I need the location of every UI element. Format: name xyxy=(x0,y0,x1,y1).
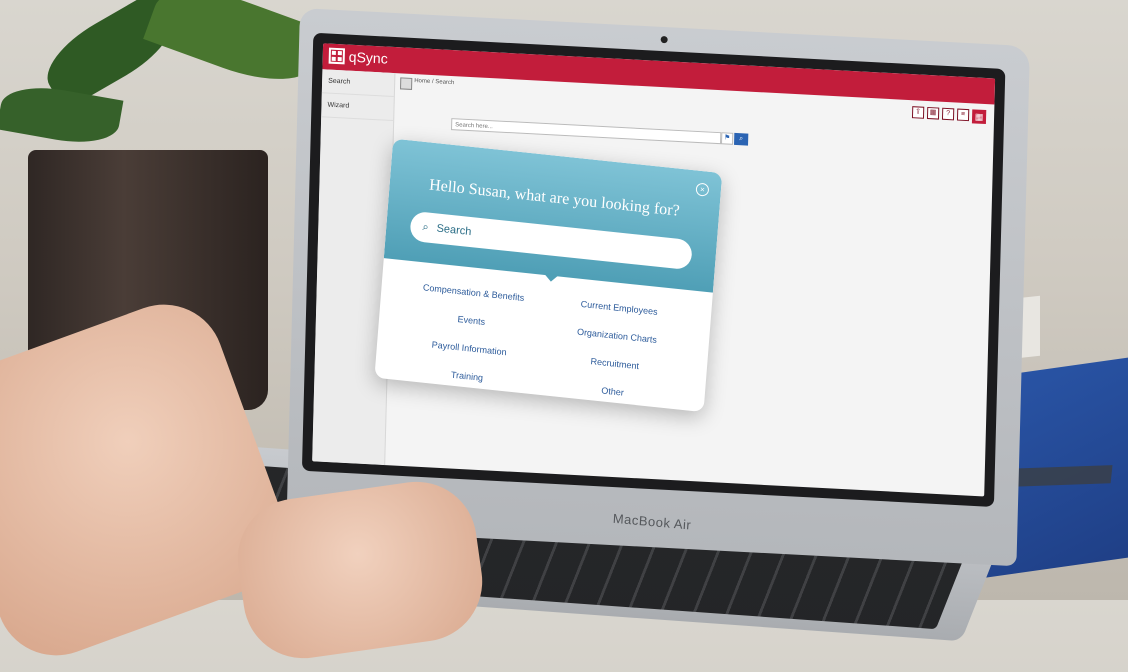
modal-search-input[interactable]: ⌕ Search xyxy=(409,210,693,271)
apps-grid-icon[interactable]: ▦ xyxy=(971,109,987,125)
screen: qSync Search Wizard Home / Search ⇪ ▦ ? … xyxy=(312,43,996,497)
app-logo[interactable]: qSync xyxy=(328,47,388,67)
search-button[interactable]: ⌕ xyxy=(734,132,749,146)
share-icon[interactable]: ⇪ xyxy=(911,106,925,119)
laptop-lid: qSync Search Wizard Home / Search ⇪ ▦ ? … xyxy=(286,8,1031,567)
modal-pointer xyxy=(542,272,560,283)
bookmark-icon[interactable]: ⚑ xyxy=(721,132,734,145)
home-icon[interactable] xyxy=(400,77,413,90)
category-link[interactable]: Compensation & Benefits xyxy=(405,281,541,305)
sidebar-item-wizard[interactable]: Wizard xyxy=(321,93,394,122)
category-link[interactable]: Other xyxy=(544,379,680,403)
plant-leaf xyxy=(0,79,124,151)
category-list: Compensation & Benefits Current Employee… xyxy=(399,281,688,404)
qsync-logo-icon xyxy=(328,47,346,65)
search-input[interactable]: Search here... xyxy=(451,118,722,145)
modal-header: Hello Susan, what are you looking for? ×… xyxy=(383,138,723,293)
camera-icon xyxy=(660,35,668,44)
category-link[interactable]: Organization Charts xyxy=(549,324,685,348)
modal-search-placeholder: Search xyxy=(436,222,472,239)
category-link[interactable]: Payroll Information xyxy=(401,336,537,360)
app-name: qSync xyxy=(348,48,388,67)
breadcrumb[interactable]: Home / Search xyxy=(414,78,454,86)
search-icon: ⌕ xyxy=(422,220,430,234)
category-link[interactable]: Recruitment xyxy=(547,352,683,376)
close-icon[interactable]: × xyxy=(695,182,710,197)
help-icon[interactable]: ? xyxy=(941,107,955,121)
screen-bezel: qSync Search Wizard Home / Search ⇪ ▦ ? … xyxy=(301,32,1006,507)
search-modal: Hello Susan, what are you looking for? ×… xyxy=(374,138,723,413)
menu-icon[interactable]: ≡ xyxy=(956,108,970,122)
toolbar: ⇪ ▦ ? ≡ ▦ xyxy=(911,106,987,125)
calendar-icon[interactable]: ▦ xyxy=(926,106,940,120)
category-link[interactable]: Current Employees xyxy=(551,296,687,320)
top-bar: qSync xyxy=(322,43,996,105)
category-link[interactable]: Training xyxy=(399,364,535,388)
category-link[interactable]: Events xyxy=(403,308,539,332)
